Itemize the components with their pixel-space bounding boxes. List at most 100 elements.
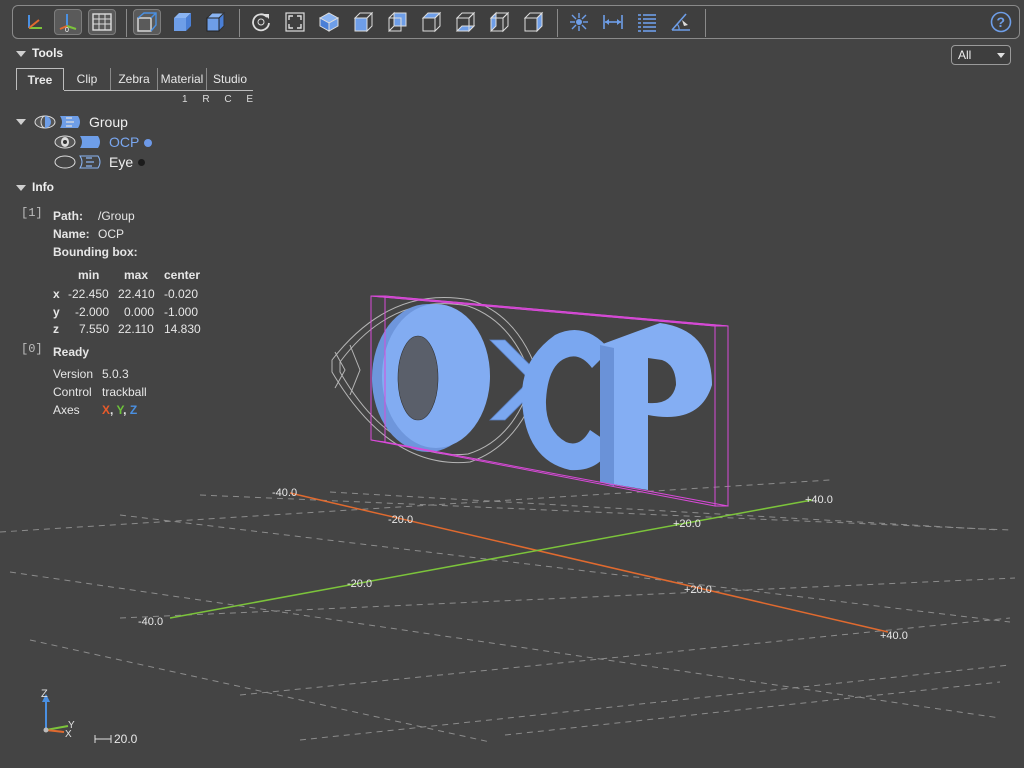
perspective-toggle-button[interactable]	[133, 9, 161, 35]
view-right-button[interactable]	[519, 9, 547, 35]
view-bottom-icon	[455, 11, 476, 33]
axes-origin-icon: 0	[59, 14, 77, 32]
tools-section-header[interactable]: Tools	[16, 46, 63, 60]
visibility-eye-icon[interactable]	[54, 135, 76, 149]
view-rear-button[interactable]	[383, 9, 411, 35]
collapse-triangle-icon	[16, 119, 26, 125]
bbox-center: -1.000	[164, 305, 199, 319]
tab-underline	[64, 90, 253, 91]
view-left-button[interactable]	[485, 9, 513, 35]
tab-studio[interactable]: Studio	[207, 68, 253, 90]
control-value: trackball	[102, 385, 147, 399]
svg-text:0: 0	[65, 27, 69, 32]
axes-toggle-button[interactable]	[21, 9, 49, 35]
name-label: Name:	[53, 227, 90, 241]
x-axis-line	[289, 492, 889, 633]
y-axis-line	[169, 499, 813, 619]
bbox-center: -0.020	[164, 287, 199, 301]
name-value: OCP	[98, 227, 125, 241]
help-button[interactable]: ?	[987, 9, 1015, 35]
grid-label: -40.0	[272, 487, 297, 499]
color-swatch	[144, 139, 152, 147]
view-iso-icon	[318, 12, 340, 32]
shape-visibility-icon[interactable]	[78, 134, 104, 150]
tab-zebra[interactable]: Zebra	[111, 68, 157, 90]
distance-measure-button[interactable]	[599, 9, 627, 35]
bbox-min: 7.550	[79, 322, 110, 336]
help-icon: ?	[990, 11, 1012, 33]
black-edges-icon	[205, 11, 226, 33]
view-iso-button[interactable]	[315, 9, 343, 35]
tree-label-eye[interactable]: Eye	[109, 154, 133, 170]
bbox-label: Bounding box:	[53, 245, 138, 259]
axis-z-text: Z	[129, 403, 138, 417]
view-right-icon	[523, 11, 544, 33]
axes-origin-toggle-button[interactable]: 0	[54, 9, 82, 35]
tree-label-ocp[interactable]: OCP	[109, 134, 139, 150]
axis-triad: Z Y X	[41, 688, 75, 740]
bbox-axis: y	[53, 305, 60, 319]
tab-clip[interactable]: Clip	[64, 68, 110, 90]
bbox-axis: z	[53, 322, 59, 336]
bbox-max: 22.410	[118, 287, 155, 301]
axis-x-text: X	[102, 403, 111, 417]
grid-icon	[92, 13, 112, 31]
info-section-header[interactable]: Info	[16, 180, 54, 194]
svg-text:?: ?	[997, 14, 1006, 30]
path-value: /Group	[98, 209, 135, 223]
path-label: Path:	[53, 209, 83, 223]
bbox-max: 22.110	[118, 322, 154, 336]
tab-tree[interactable]: Tree	[16, 68, 64, 90]
version-value: 5.0.3	[102, 367, 129, 381]
view-top-icon	[421, 11, 442, 33]
grid-label: +20.0	[684, 584, 712, 596]
3d-viewport[interactable]: -40.0 -20.0 +20.0 +40.0 -40.0 -20.0 +20.…	[0, 40, 1024, 768]
svg-text:Z: Z	[41, 688, 48, 700]
view-filter-value: All	[958, 48, 972, 62]
tab-material[interactable]: Material	[158, 68, 206, 90]
view-rear-icon	[388, 11, 407, 33]
bbox-max: 0.000	[124, 305, 155, 319]
grid-label: -20.0	[347, 578, 372, 590]
transparent-toggle-button[interactable]	[168, 9, 196, 35]
shape-visibility-icon[interactable]	[78, 154, 104, 170]
view-filter-select[interactable]: All	[951, 45, 1011, 65]
grid-label: -40.0	[138, 616, 163, 628]
reset-view-icon	[252, 13, 270, 32]
ocp-model[interactable]	[372, 304, 712, 490]
resize-button[interactable]	[281, 9, 309, 35]
visibility-eye-closed-icon[interactable]	[54, 155, 76, 169]
view-bottom-button[interactable]	[451, 9, 479, 35]
properties-button[interactable]	[633, 9, 661, 35]
grid-label: +20.0	[673, 518, 701, 530]
grid-label: +40.0	[805, 494, 833, 506]
axes-icon	[28, 15, 42, 29]
explode-icon	[570, 13, 588, 31]
view-front-button[interactable]	[349, 9, 377, 35]
svg-text:X: X	[65, 729, 72, 740]
angle-measure-icon	[671, 13, 690, 31]
explode-button[interactable]	[565, 9, 593, 35]
axes-label: Axes	[53, 403, 80, 417]
separator: ,	[110, 403, 114, 417]
shape-visibility-icon[interactable]	[58, 114, 84, 130]
black-edges-toggle-button[interactable]	[201, 9, 229, 35]
grid-toggle-button[interactable]	[88, 9, 116, 35]
view-top-button[interactable]	[417, 9, 445, 35]
visibility-eye-icon[interactable]	[34, 115, 56, 129]
grid-label: -20.0	[388, 514, 413, 526]
reset-view-button[interactable]	[247, 9, 275, 35]
tree-label-group[interactable]: Group	[89, 114, 128, 130]
bbox-center: 14.830	[164, 322, 201, 336]
color-swatch	[138, 159, 145, 166]
control-label: Control	[53, 385, 92, 399]
angle-measure-button[interactable]	[667, 9, 695, 35]
scale-indicator: 20.0	[94, 732, 138, 746]
bbox-min: -22.450	[68, 287, 109, 301]
bbox-header-center: center	[164, 268, 201, 282]
toolbar: 0 ?	[12, 5, 1020, 39]
collapse-triangle-icon	[16, 184, 26, 191]
axes-value: X, Y, Z	[102, 403, 137, 417]
status-text: Ready	[53, 345, 90, 359]
transparent-icon	[174, 13, 191, 31]
